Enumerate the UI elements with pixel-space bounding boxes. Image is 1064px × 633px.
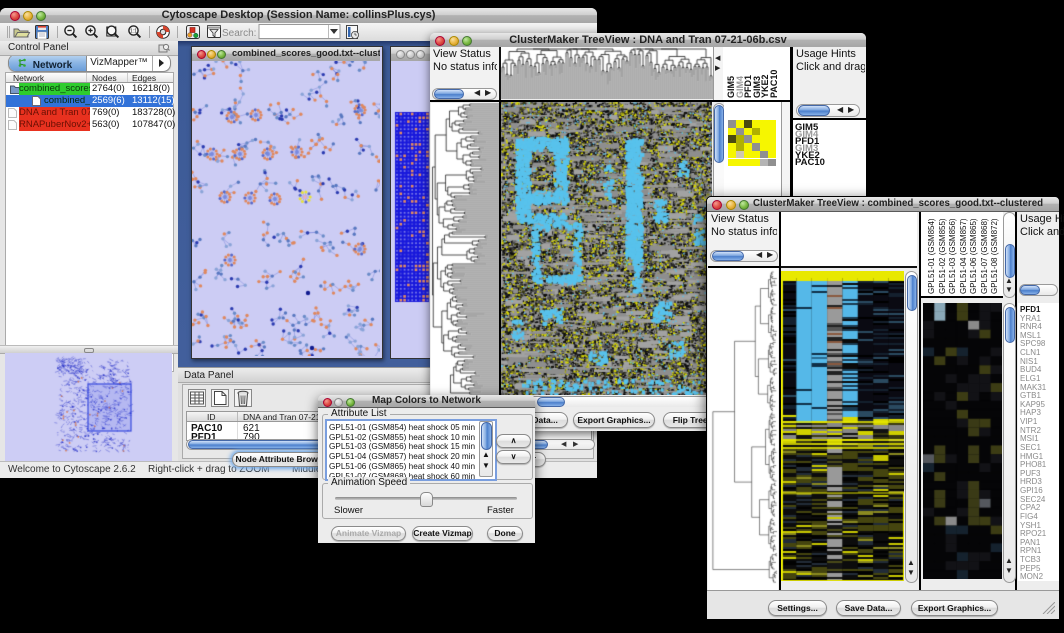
- svg-text:1:1: 1:1: [130, 29, 137, 35]
- svg-text:Search:: Search:: [222, 28, 256, 39]
